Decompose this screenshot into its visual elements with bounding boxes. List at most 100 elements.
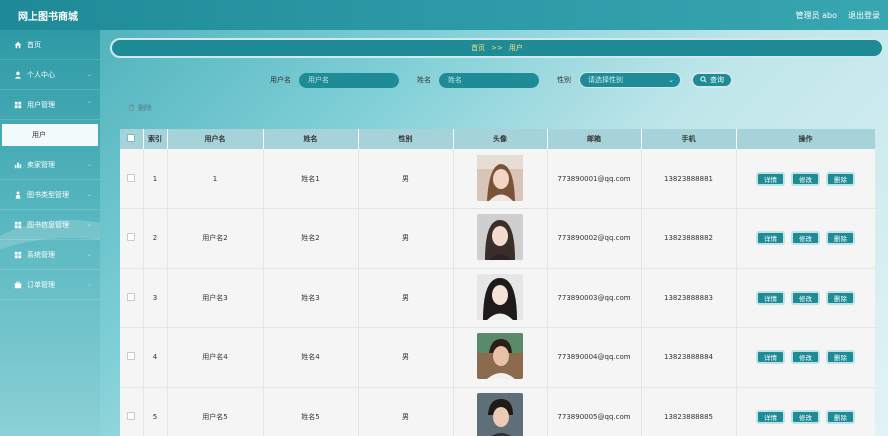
column-header: 头像: [453, 129, 548, 149]
sidebar-item-seller-management[interactable]: 卖家管理 ⌄: [0, 150, 100, 180]
chevron-down-icon: ⌄: [86, 221, 92, 228]
column-header: 手机: [641, 129, 737, 149]
app-title: 网上图书商城: [18, 11, 78, 23]
sidebar-item-user-management[interactable]: 用户管理 ⌃: [0, 90, 100, 120]
name-label: 姓名: [417, 76, 431, 84]
edit-button[interactable]: 修改: [791, 350, 820, 365]
name-input[interactable]: [439, 72, 539, 88]
cell-phone: 13823888883: [641, 268, 737, 328]
logout-link[interactable]: 退出登录: [848, 10, 880, 21]
query-button[interactable]: 查询: [691, 72, 733, 88]
cell-username: 1: [167, 149, 264, 209]
sidebar-item-label: 系统管理: [27, 250, 55, 259]
column-header: 索引: [143, 129, 168, 149]
cell-username: 用户名2: [167, 208, 264, 269]
delete-button[interactable]: 删除: [826, 350, 855, 365]
edit-button[interactable]: 修改: [791, 231, 820, 246]
briefcase-icon: [14, 281, 22, 289]
sidebar-item-book-type-management[interactable]: 图书类型管理 ⌄: [0, 180, 100, 210]
header-user-area: 管理员 abo 退出登录: [796, 10, 880, 21]
column-header: 操作: [736, 129, 875, 149]
row-checkbox[interactable]: [127, 173, 136, 182]
cell-phone: 13823888884: [641, 327, 737, 388]
detail-button[interactable]: 详情: [756, 409, 785, 424]
cell-index: 5: [143, 387, 168, 436]
cell-name: 姓名4: [263, 327, 359, 388]
column-header: 姓名: [263, 129, 359, 149]
cell-gender: 男: [358, 208, 454, 269]
chevron-down-icon: ⌄: [668, 76, 674, 84]
gender-select[interactable]: 请选择性别 ⌄: [579, 72, 681, 88]
delete-button[interactable]: 删除: [826, 171, 855, 186]
grid-icon: [14, 101, 22, 109]
sidebar-subitem-users[interactable]: 用户: [2, 124, 98, 146]
detail-button[interactable]: 详情: [756, 350, 785, 365]
cell-index: 4: [143, 327, 168, 388]
table-header-row: 索引 用户名 姓名 性别 头像 邮箱 手机 操作: [120, 129, 875, 149]
cell-email: 773890005@qq.com: [547, 387, 642, 436]
delete-button[interactable]: 删除: [826, 290, 855, 305]
detail-button[interactable]: 详情: [756, 231, 785, 246]
chevron-down-icon: ⌄: [86, 281, 92, 288]
gender-label: 性别: [557, 76, 571, 84]
row-checkbox[interactable]: [127, 352, 136, 361]
sidebar-item-personal-center[interactable]: 个人中心 ⌄: [0, 60, 100, 90]
cell-email: 773890003@qq.com: [547, 268, 642, 328]
gender-select-value: 请选择性别: [588, 76, 623, 84]
table-row: 3 用户名3 姓名3 男 773890003@qq.com 1382388888…: [120, 268, 875, 328]
cell-name: 姓名5: [263, 387, 359, 436]
table-row: 5 用户名5 姓名5 男 773890005@qq.com 1382388888…: [120, 387, 875, 436]
column-header: 用户名: [167, 129, 264, 149]
detail-button[interactable]: 详情: [756, 171, 785, 186]
delete-button[interactable]: 删除: [826, 231, 855, 246]
sidebar-item-label: 首页: [27, 40, 41, 49]
chevron-down-icon: ⌄: [86, 191, 92, 198]
cell-gender: 男: [358, 149, 454, 209]
search-bar: 用户名 姓名 性别 请选择性别 ⌄ 查询: [270, 72, 733, 88]
username-input[interactable]: [299, 72, 399, 88]
select-all-header[interactable]: [120, 129, 144, 149]
sidebar-item-home[interactable]: 首页: [0, 30, 100, 60]
edit-button[interactable]: 修改: [791, 171, 820, 186]
column-header: 邮箱: [547, 129, 642, 149]
sidebar-item-book-info-management[interactable]: 图书信息管理 ⌄: [0, 210, 100, 240]
username-label: 用户名: [270, 76, 291, 84]
chart-icon: [14, 161, 22, 169]
column-header: 性别: [358, 129, 454, 149]
top-header: 网上图书商城 管理员 abo 退出登录: [0, 0, 888, 30]
sidebar-item-label: 图书信息管理: [27, 220, 69, 229]
cell-email: 773890004@qq.com: [547, 327, 642, 388]
avatar: [477, 333, 523, 380]
cell-index: 1: [143, 149, 168, 209]
user-icon: [14, 71, 22, 79]
cell-index: 3: [143, 268, 168, 328]
admin-label: 管理员 abo: [795, 10, 837, 20]
table-row: 4 用户名4 姓名4 男 773890004@qq.com 1382388888…: [120, 327, 875, 388]
chevron-down-icon: ⌄: [86, 71, 92, 78]
sidebar-item-order-management[interactable]: 订单管理 ⌄: [0, 270, 100, 300]
query-button-label: 查询: [710, 76, 724, 84]
row-checkbox[interactable]: [127, 292, 136, 301]
grid-icon: [14, 251, 22, 259]
avatar: [477, 392, 523, 436]
cell-name: 姓名2: [263, 208, 359, 269]
home-icon: [14, 41, 22, 49]
edit-button[interactable]: 修改: [791, 409, 820, 424]
delete-button[interactable]: 删除: [826, 409, 855, 424]
cell-email: 773890001@qq.com: [547, 149, 642, 209]
row-checkbox[interactable]: [127, 233, 136, 242]
user-table: 索引 用户名 姓名 性别 头像 邮箱 手机 操作 1 1 姓名1 男 77389…: [120, 129, 875, 436]
detail-button[interactable]: 详情: [756, 290, 785, 305]
edit-button[interactable]: 修改: [791, 290, 820, 305]
batch-delete-button[interactable]: 删除: [128, 103, 152, 113]
chevron-up-icon: ⌃: [86, 101, 92, 108]
sidebar-item-label: 个人中心: [27, 70, 55, 79]
sidebar-item-system-management[interactable]: 系统管理 ⌄: [0, 240, 100, 270]
select-all-checkbox[interactable]: [127, 134, 136, 142]
avatar: [477, 273, 523, 320]
row-checkbox[interactable]: [127, 411, 136, 420]
breadcrumb-home[interactable]: 首页: [471, 43, 485, 53]
cell-phone: 13823888885: [641, 387, 737, 436]
chevron-down-icon: ⌄: [86, 161, 92, 168]
avatar: [477, 154, 523, 201]
